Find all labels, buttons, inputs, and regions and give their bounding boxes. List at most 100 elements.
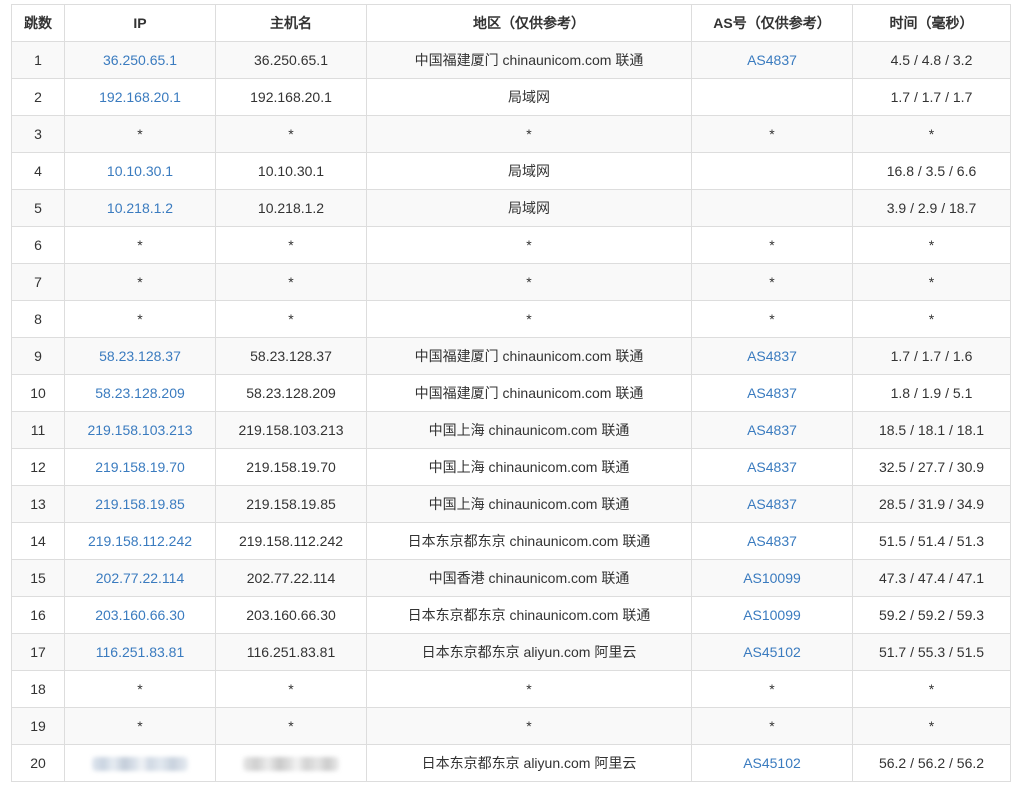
ip-link[interactable]: 219.158.19.85 (95, 496, 185, 512)
as-number-link[interactable]: AS10099 (743, 570, 801, 586)
as-number-link[interactable]: AS4837 (747, 385, 797, 401)
hostname-cell: 219.158.19.85 (215, 485, 367, 523)
hop-number: 14 (11, 522, 65, 560)
region-cell: 局域网 (366, 78, 692, 116)
latency-cell: * (852, 263, 1011, 301)
latency-cell: 16.8 / 3.5 / 6.6 (852, 152, 1011, 190)
region-cell: 日本东京都东京 aliyun.com 阿里云 (366, 633, 692, 671)
latency-cell: * (852, 226, 1011, 264)
hostname-cell: 116.251.83.81 (215, 633, 367, 671)
hop-number: 11 (11, 411, 65, 449)
table-row: 9 58.23.128.37 58.23.128.37 中国福建厦门 chinauni… (11, 337, 1011, 375)
region-cell: 中国香港 chinaunicom.com 联通 (366, 559, 692, 597)
latency-cell: 3.9 / 2.9 / 18.7 (852, 189, 1011, 227)
latency-cell: 47.3 / 47.4 / 47.1 (852, 559, 1011, 597)
ip-link[interactable]: 10.10.30.1 (107, 163, 173, 179)
ip-cell: * (64, 300, 216, 338)
as-number-cell (691, 152, 853, 190)
as-number-link[interactable]: AS4837 (747, 459, 797, 475)
hop-number: 7 (11, 263, 65, 301)
table-row: 6 * * * * * (11, 226, 1011, 264)
table-row: 8 * * * * * (11, 300, 1011, 338)
hostname-cell: * (215, 670, 367, 708)
ip-link[interactable]: 219.158.103.213 (87, 422, 192, 438)
as-number-link[interactable]: AS45102 (743, 644, 801, 660)
table-row: 10 58.23.128.209 58.23.128.209 中国福建厦门 china… (11, 374, 1011, 412)
as-number-cell: AS45102 (691, 744, 853, 782)
latency-cell: 4.5 / 4.8 / 3.2 (852, 41, 1011, 79)
hop-number: 12 (11, 448, 65, 486)
hop-number: 10 (11, 374, 65, 412)
as-number-link[interactable]: AS4837 (747, 52, 797, 68)
as-number-cell: AS4837 (691, 374, 853, 412)
ip-link[interactable]: 202.77.22.114 (96, 570, 185, 586)
ip-link[interactable]: 219.158.112.242 (88, 533, 192, 549)
hop-number: 19 (11, 707, 65, 745)
as-number-cell: AS4837 (691, 337, 853, 375)
latency-cell: 1.7 / 1.7 / 1.6 (852, 337, 1011, 375)
ip-link[interactable]: 192.168.20.1 (99, 89, 181, 105)
ip-cell: * (64, 115, 216, 153)
as-number-cell: * (691, 226, 853, 264)
redacted-hostname-blur (243, 757, 339, 772)
ip-cell: 219.158.19.85 (64, 485, 216, 523)
ip-link[interactable]: 58.23.128.209 (95, 385, 185, 401)
region-cell: * (366, 115, 692, 153)
table-row: 2 192.168.20.1 192.168.20.1 局域网 1.7 / 1.7 / … (11, 78, 1011, 116)
as-number-link[interactable]: AS4837 (747, 533, 797, 549)
region-cell: 日本东京都东京 chinaunicom.com 联通 (366, 596, 692, 634)
hop-number: 3 (11, 115, 65, 153)
region-cell: * (366, 300, 692, 338)
region-cell: 日本东京都东京 chinaunicom.com 联通 (366, 522, 692, 560)
table-row: 20 日本东京都东京 aliyun.com 阿里云 AS45102 56.2 / 56… (11, 744, 1011, 782)
hostname-cell (215, 744, 367, 782)
redacted-ip-blur (92, 757, 188, 772)
hop-number: 5 (11, 189, 65, 227)
latency-cell: * (852, 300, 1011, 338)
as-number-cell: * (691, 670, 853, 708)
as-number-cell: AS10099 (691, 559, 853, 597)
table-row: 3 * * * * * (11, 115, 1011, 153)
latency-cell: * (852, 670, 1011, 708)
ip-link[interactable]: 10.218.1.2 (107, 200, 173, 216)
header-hostname: 主机名 (215, 4, 367, 42)
as-number-cell: * (691, 115, 853, 153)
ip-link[interactable]: 116.251.83.81 (96, 644, 185, 660)
as-number-cell (691, 78, 853, 116)
region-cell: 中国上海 chinaunicom.com 联通 (366, 448, 692, 486)
as-number-link[interactable]: AS45102 (743, 755, 801, 771)
hostname-cell: 36.250.65.1 (215, 41, 367, 79)
latency-cell: 51.5 / 51.4 / 51.3 (852, 522, 1011, 560)
table-row: 7 * * * * * (11, 263, 1011, 301)
ip-cell: 58.23.128.37 (64, 337, 216, 375)
ip-cell: 10.10.30.1 (64, 152, 216, 190)
hostname-cell: 202.77.22.114 (215, 559, 367, 597)
header-hop: 跳数 (11, 4, 65, 42)
table-row: 13 219.158.19.85 219.158.19.85 中国上海 chinaun… (11, 485, 1011, 523)
traceroute-panel: 跳数 IP 主机名 地区（仅供参考） AS号（仅供参考） 时间（毫秒） 1 36.… (0, 0, 1019, 782)
ip-link[interactable]: 36.250.65.1 (103, 52, 177, 68)
ip-link[interactable]: 58.23.128.37 (99, 348, 181, 364)
region-cell: * (366, 263, 692, 301)
as-number-link[interactable]: AS4837 (747, 496, 797, 512)
as-number-link[interactable]: AS4837 (747, 348, 797, 364)
ip-cell (64, 744, 216, 782)
table-row: 11 219.158.103.213 219.158.103.213 中国上海 chi… (11, 411, 1011, 449)
as-number-cell: * (691, 300, 853, 338)
ip-link[interactable]: 203.160.66.30 (95, 607, 185, 623)
latency-cell: * (852, 707, 1011, 745)
hostname-cell: 58.23.128.37 (215, 337, 367, 375)
table-row: 19 * * * * * (11, 707, 1011, 745)
as-number-link[interactable]: AS4837 (747, 422, 797, 438)
table-row: 4 10.10.30.1 10.10.30.1 局域网 16.8 / 3.5 / 6.6 (11, 152, 1011, 190)
as-number-cell: AS4837 (691, 522, 853, 560)
region-cell: 局域网 (366, 152, 692, 190)
hop-number: 18 (11, 670, 65, 708)
ip-link[interactable]: 219.158.19.70 (95, 459, 185, 475)
hostname-cell: * (215, 115, 367, 153)
table-row: 14 219.158.112.242 219.158.112.242 日本东京都东京 … (11, 522, 1011, 560)
as-number-link[interactable]: AS10099 (743, 607, 801, 623)
as-number-cell: AS45102 (691, 633, 853, 671)
region-cell: 日本东京都东京 aliyun.com 阿里云 (366, 744, 692, 782)
hostname-cell: * (215, 300, 367, 338)
